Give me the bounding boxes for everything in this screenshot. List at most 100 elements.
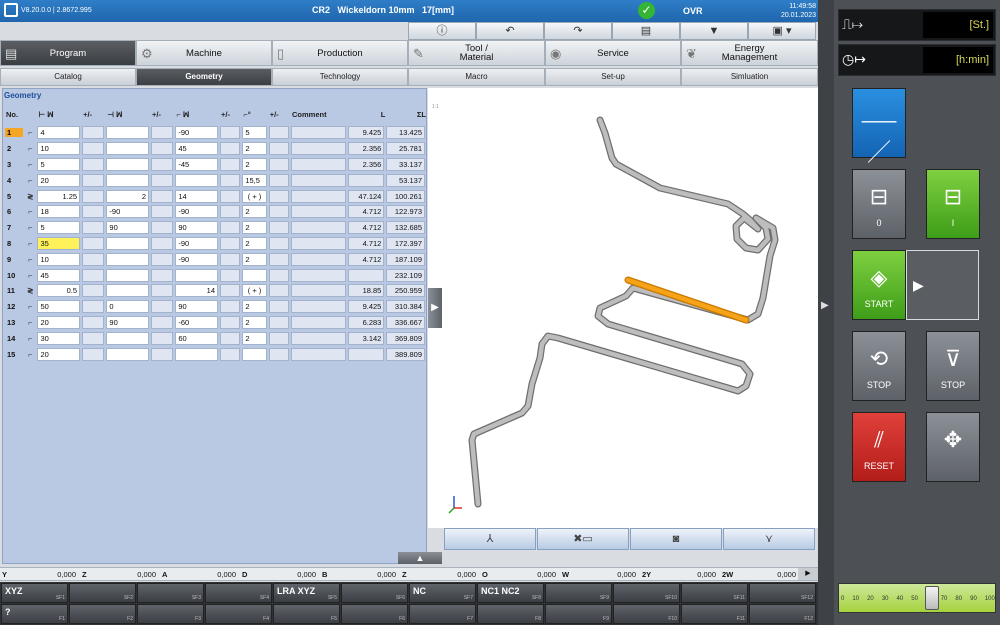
softkey-sf11[interactable]: SF11 <box>681 583 748 603</box>
rotation-cell[interactable]: 2 <box>242 157 267 171</box>
rotation-cell[interactable]: 2 <box>242 252 267 266</box>
angle-tol-cell[interactable] <box>220 331 241 345</box>
tab-service[interactable]: ◉ Service <box>545 40 681 66</box>
table-row[interactable]: 8 ⌐ 35 -90 2 4.712 172.397 <box>4 236 426 252</box>
rotation-tol-cell[interactable] <box>268 126 290 140</box>
softkey-f11[interactable]: F11 <box>681 604 748 624</box>
radius-tol-cell[interactable] <box>151 142 174 156</box>
rotation-cell[interactable] <box>242 347 267 361</box>
tab-machine[interactable]: ⚙ Machine <box>136 40 272 66</box>
rotation-tol-cell[interactable] <box>268 331 290 345</box>
softkey-f2[interactable]: F2 <box>69 604 136 624</box>
cycle-stop-button[interactable]: ⟲ STOP <box>852 331 906 401</box>
length-tol-cell[interactable] <box>82 300 105 314</box>
angle-cell[interactable] <box>175 347 219 361</box>
length-cell[interactable]: 5 <box>37 157 81 171</box>
view-collision-button[interactable]: ✖▭ <box>537 528 629 550</box>
table-row[interactable]: 13 ⌐ 20 90 -60 2 6.283 336.667 <box>4 315 426 331</box>
angle-cell[interactable]: 45 <box>175 142 219 156</box>
angle-tol-cell[interactable] <box>220 205 241 219</box>
angle-cell[interactable]: -45 <box>175 157 219 171</box>
angle-cell[interactable]: 90 <box>175 221 219 235</box>
comment-cell[interactable] <box>291 157 346 171</box>
angle-tol-cell[interactable] <box>220 315 241 329</box>
length-tol-cell[interactable] <box>82 142 105 156</box>
softkey-sf9[interactable]: SF9 <box>545 583 612 603</box>
length-tol-cell[interactable] <box>82 268 105 282</box>
panel-expand-button[interactable]: ▲ <box>398 552 442 564</box>
length-cell[interactable]: 30 <box>37 331 81 345</box>
subtab-geometry[interactable]: Geometry <box>136 68 272 86</box>
rotation-cell[interactable]: 15,5 <box>242 173 267 187</box>
rotation-cell[interactable]: ( + ) <box>242 189 267 203</box>
length-tol-cell[interactable] <box>82 236 105 250</box>
softkey-f5[interactable]: F5 <box>273 604 340 624</box>
radius-tol-cell[interactable] <box>151 236 174 250</box>
angle-cell[interactable] <box>175 173 219 187</box>
subtab-macro[interactable]: Macro <box>408 68 545 86</box>
softkey-f12[interactable]: F12 <box>749 604 816 624</box>
radius-tol-cell[interactable] <box>151 205 174 219</box>
stop-button[interactable]: ⊽ STOP <box>926 331 980 401</box>
rotation-tol-cell[interactable] <box>268 347 290 361</box>
length-cell[interactable]: 45 <box>37 268 81 282</box>
subtab-catalog[interactable]: Catalog <box>0 68 136 86</box>
length-tol-cell[interactable] <box>82 173 105 187</box>
softkey-sf3[interactable]: SF3 <box>137 583 204 603</box>
drive-off-button[interactable]: ⊟ 0 <box>852 169 906 239</box>
angle-tol-cell[interactable] <box>220 126 241 140</box>
length-cell[interactable]: 20 <box>37 315 81 329</box>
rotation-tol-cell[interactable] <box>268 221 290 235</box>
radius-cell[interactable] <box>106 173 150 187</box>
softkey-f10[interactable]: F10 <box>613 604 680 624</box>
angle-cell[interactable]: 14 <box>175 189 219 203</box>
table-row[interactable]: 4 ⌐ 20 15,5 53.137 <box>4 172 426 188</box>
softkey-sf12[interactable]: SF12 <box>749 583 816 603</box>
length-tol-cell[interactable] <box>82 347 105 361</box>
rotation-cell[interactable]: 2 <box>242 300 267 314</box>
radius-cell[interactable] <box>106 157 150 171</box>
rotation-cell[interactable]: 2 <box>242 315 267 329</box>
subtab-setup[interactable]: Set-up <box>545 68 681 86</box>
length-cell[interactable]: 50 <box>37 300 81 314</box>
table-row[interactable]: 3 ⌐ 5 -45 2 2.356 33.137 <box>4 157 426 173</box>
start-button[interactable]: ◈ START <box>852 250 906 320</box>
radius-cell[interactable] <box>106 347 150 361</box>
length-tol-cell[interactable] <box>82 284 105 298</box>
rotation-cell[interactable]: ( + ) <box>242 284 267 298</box>
length-cell[interactable]: 20 <box>37 173 81 187</box>
rotation-tol-cell[interactable] <box>268 300 290 314</box>
softkey-sf7[interactable]: NC SF7 <box>409 583 476 603</box>
tab-energy-management[interactable]: ❦ Energy Management <box>681 40 818 66</box>
rotation-tol-cell[interactable] <box>268 173 290 187</box>
table-row[interactable]: 7 ⌐ 5 90 90 2 4.712 132.685 <box>4 220 426 236</box>
table-row[interactable]: 1 ⌐ 4 -90 5 9.425 13.425 <box>4 125 426 141</box>
softkey-f6[interactable]: F6 <box>341 604 408 624</box>
radius-cell[interactable] <box>106 236 150 250</box>
angle-tol-cell[interactable] <box>220 268 241 282</box>
radius-cell[interactable] <box>106 331 150 345</box>
table-row[interactable]: 10 ⌐ 45 232.109 <box>4 267 426 283</box>
comment-cell[interactable] <box>291 236 346 250</box>
radius-cell[interactable]: 90 <box>106 221 150 235</box>
table-row[interactable]: 2 ⌐ 10 45 2 2.356 25.781 <box>4 141 426 157</box>
angle-tol-cell[interactable] <box>220 221 241 235</box>
radius-cell[interactable] <box>106 252 150 266</box>
angle-tol-cell[interactable] <box>220 142 241 156</box>
comment-cell[interactable] <box>291 221 346 235</box>
length-cell[interactable]: 10 <box>37 142 81 156</box>
angle-cell[interactable]: -90 <box>175 236 219 250</box>
softkey-sf8[interactable]: NC1 NC2 SF8 <box>477 583 544 603</box>
rotation-tol-cell[interactable] <box>268 268 290 282</box>
table-row[interactable]: 11 ≷ 0.5 14 ( + ) 18.85 250.959 <box>4 283 426 299</box>
length-tol-cell[interactable] <box>82 157 105 171</box>
length-tol-cell[interactable] <box>82 221 105 235</box>
radius-cell[interactable]: 2 <box>106 189 150 203</box>
softkey-sf6[interactable]: SF6 <box>341 583 408 603</box>
radius-cell[interactable] <box>106 126 150 140</box>
table-row[interactable]: 15 ⌐ 20 389.809 <box>4 346 426 362</box>
angle-tol-cell[interactable] <box>220 189 241 203</box>
length-cell[interactable]: 10 <box>37 252 81 266</box>
radius-tol-cell[interactable] <box>151 268 174 282</box>
radius-tol-cell[interactable] <box>151 221 174 235</box>
